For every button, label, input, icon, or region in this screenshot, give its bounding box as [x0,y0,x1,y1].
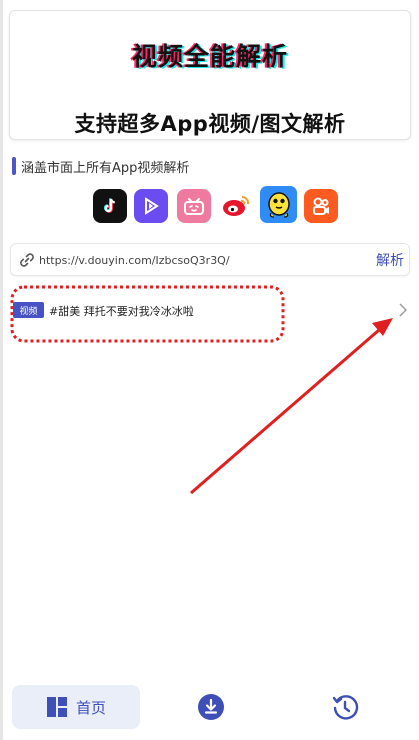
history-icon[interactable] [331,693,359,721]
video-play-icon[interactable] [134,189,168,223]
banner-title: 视频全能解析 [131,42,288,71]
video-type-badge: 视频 [13,302,44,318]
tiktok-icon[interactable] [93,189,127,223]
bottom-nav: 首页 [0,680,419,740]
section-marker [12,157,16,175]
annotation-arrow-line [190,328,380,495]
home-icon [46,697,67,717]
url-input-box[interactable]: 解析 [10,243,410,276]
parse-button[interactable]: 解析 [376,250,404,270]
nav-home-tab[interactable]: 首页 [12,685,140,729]
app-icon-row [0,186,419,225]
weibo-icon[interactable] [219,189,253,223]
window-edge [0,0,3,740]
section-header: 涵盖市面上所有App视频解析 [12,157,190,176]
result-item[interactable]: 视频 #甜美 拜托不要对我冷冰冰啦 [10,300,410,322]
link-icon [20,253,34,267]
chevron-right-icon[interactable] [396,300,410,320]
url-input[interactable] [39,250,339,270]
result-title: #甜美 拜托不要对我冷冰冰啦 [49,305,194,318]
bilibili-icon[interactable] [177,189,211,223]
qq-penguin-icon[interactable] [260,186,297,223]
kuaishou-icon[interactable] [304,189,338,223]
download-icon[interactable] [197,693,225,721]
banner: 视频全能解析 支持超多App视频/图文解析 [9,10,411,140]
banner-subtitle: 支持超多App视频/图文解析 [74,112,346,136]
section-title: 涵盖市面上所有App视频解析 [21,160,190,176]
nav-home-label: 首页 [75,698,106,717]
